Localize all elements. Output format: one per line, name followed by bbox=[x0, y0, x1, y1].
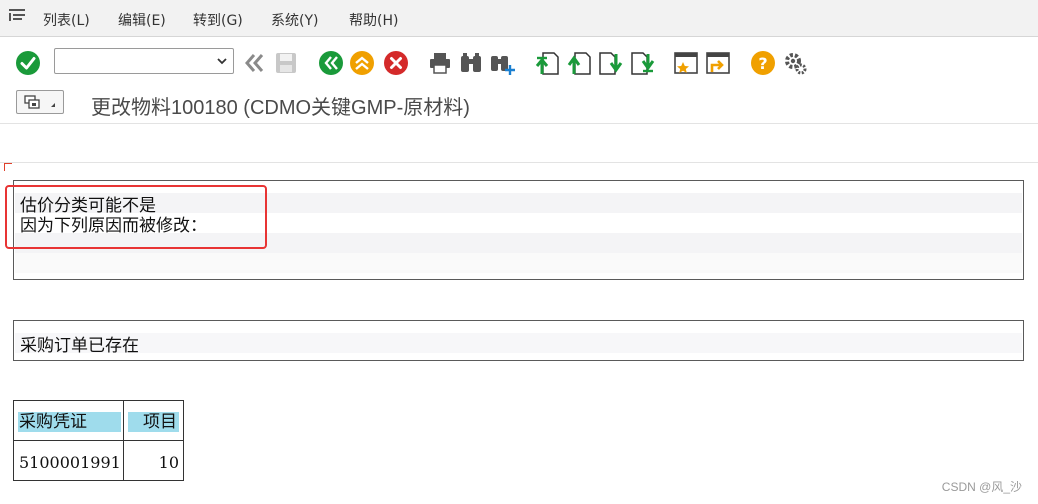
title-bar: 更改物料100180 (CDMO关键GMP-原材料) bbox=[0, 87, 1038, 123]
menu-bar: 列表(L) 编辑(E) 转到(G) 系统(Y) 帮助(H) bbox=[0, 0, 1038, 37]
message-po-line: 采购订单已存在 bbox=[20, 336, 139, 356]
back-double-icon[interactable] bbox=[242, 50, 268, 76]
exit-icon[interactable] bbox=[349, 50, 375, 76]
table-header-item: 项目 bbox=[128, 412, 179, 432]
divider bbox=[0, 123, 1038, 124]
menu-item-edit[interactable]: 编辑(E) bbox=[118, 10, 166, 30]
title-menu-button[interactable] bbox=[16, 90, 64, 114]
table-header-po: 采购凭证 bbox=[18, 412, 121, 432]
next-page-icon[interactable] bbox=[598, 50, 624, 76]
find-icon[interactable] bbox=[458, 50, 484, 76]
svg-text:?: ? bbox=[758, 54, 767, 73]
shortcut-icon[interactable] bbox=[705, 50, 731, 76]
row-bg bbox=[15, 253, 1022, 273]
menu-item-system[interactable]: 系统(Y) bbox=[271, 10, 318, 30]
menu-icon[interactable] bbox=[8, 8, 26, 22]
table-cell-item: 10 bbox=[128, 453, 179, 473]
command-field[interactable] bbox=[54, 48, 234, 74]
last-page-icon[interactable] bbox=[630, 50, 656, 76]
create-session-icon[interactable] bbox=[673, 50, 699, 76]
corner-marker bbox=[4, 163, 12, 171]
find-next-icon[interactable] bbox=[489, 50, 515, 76]
first-page-icon[interactable] bbox=[534, 50, 560, 76]
save-icon[interactable] bbox=[273, 50, 299, 76]
message-box-po bbox=[13, 320, 1024, 361]
menu-item-help[interactable]: 帮助(H) bbox=[349, 10, 398, 30]
settings-icon[interactable] bbox=[782, 50, 808, 76]
row-bg bbox=[15, 333, 1022, 353]
menu-item-list[interactable]: 列表(L) bbox=[43, 10, 90, 30]
screen-menu-icon bbox=[24, 95, 55, 109]
chevron-down-icon[interactable] bbox=[217, 56, 227, 66]
watermark: CSDN @风_沙 bbox=[941, 480, 1022, 494]
standard-toolbar: ? bbox=[0, 37, 1038, 87]
print-icon[interactable] bbox=[427, 50, 453, 76]
menu-item-goto[interactable]: 转到(G) bbox=[193, 10, 243, 30]
help-icon[interactable]: ? bbox=[750, 50, 776, 76]
back-icon[interactable] bbox=[318, 50, 344, 76]
page-title: 更改物料100180 (CDMO关键GMP-原材料) bbox=[91, 97, 470, 119]
divider bbox=[0, 162, 1038, 163]
cancel-icon[interactable] bbox=[383, 50, 409, 76]
check-icon[interactable] bbox=[15, 50, 41, 76]
highlight-annotation bbox=[5, 185, 267, 249]
previous-page-icon[interactable] bbox=[566, 50, 592, 76]
table-cell-po-number: 5100001991 bbox=[19, 453, 121, 472]
